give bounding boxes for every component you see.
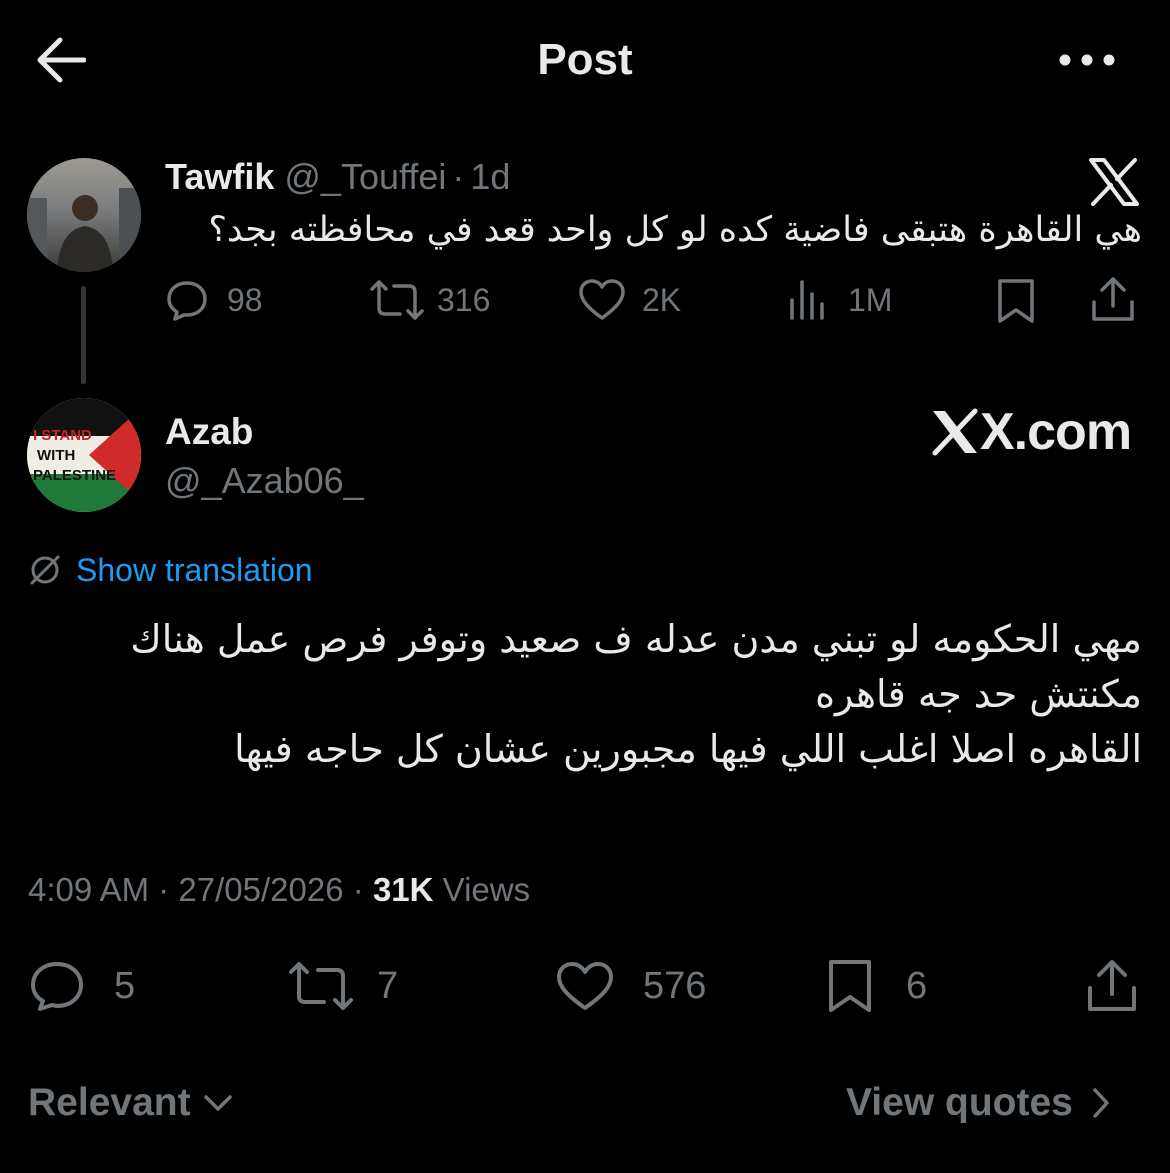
- separator-dot: ·: [352, 871, 364, 908]
- like-count: 576: [643, 964, 707, 1007]
- separator-dot: ·: [452, 156, 465, 197]
- repost-icon: [369, 278, 425, 322]
- avatar-text: I STAND: [33, 427, 92, 444]
- page-title: Post: [537, 35, 633, 84]
- repost-button[interactable]: 316: [369, 278, 490, 322]
- author-name[interactable]: Azab: [165, 410, 253, 454]
- reply-count: 98: [227, 281, 263, 318]
- avatar[interactable]: I STAND WITH PALESTINE: [27, 398, 141, 512]
- like-button[interactable]: 2K: [578, 278, 681, 322]
- bookmark-icon: [826, 959, 874, 1013]
- post-text-line: مهي الحكومه لو تبني مدن عدله ف صعيد وتوف…: [130, 617, 1142, 661]
- bookmark-count: 6: [906, 964, 928, 1007]
- x-logo-icon: [1088, 158, 1140, 206]
- time[interactable]: 4:09 AM: [28, 871, 149, 908]
- views-count: 31K: [372, 871, 434, 908]
- view-quotes-label: View quotes: [846, 1081, 1073, 1124]
- share-icon[interactable]: [1089, 276, 1137, 324]
- translate-link[interactable]: Show translation: [28, 550, 313, 590]
- post-text: مهي الحكومه لو تبني مدن عدله ف صعيد وتوف…: [40, 612, 1142, 777]
- date[interactable]: 27/05/2026: [178, 871, 343, 908]
- more-options-icon[interactable]: [1058, 50, 1116, 70]
- avatar-text: PALESTINE: [33, 467, 116, 484]
- analytics-icon: [788, 278, 830, 322]
- heart-icon: [578, 278, 626, 322]
- avatar[interactable]: [27, 158, 141, 272]
- back-arrow-icon[interactable]: [34, 36, 86, 84]
- like-button[interactable]: 576: [555, 960, 706, 1012]
- author-handle[interactable]: @_Azab06_: [165, 459, 364, 503]
- show-translation-label[interactable]: Show translation: [76, 550, 313, 590]
- watermark-text: X.com: [980, 403, 1132, 461]
- repost-count: 7: [377, 964, 399, 1007]
- author-handle[interactable]: @_Touffei: [284, 156, 446, 197]
- author-name[interactable]: Tawfik: [165, 156, 274, 197]
- reply-count: 5: [114, 964, 136, 1007]
- chevron-down-icon: [203, 1093, 233, 1113]
- bookmark-icon[interactable]: [996, 278, 1036, 324]
- like-count: 2K: [642, 281, 682, 318]
- views-label: Views: [442, 871, 531, 908]
- reply-icon: [165, 278, 209, 322]
- chevron-right-icon: [1091, 1087, 1111, 1119]
- reply-button[interactable]: 5: [28, 960, 135, 1012]
- sort-dropdown[interactable]: Relevant: [28, 1080, 233, 1126]
- bookmark-button[interactable]: 6: [826, 960, 927, 1012]
- repost-count: 316: [437, 281, 491, 318]
- post-text-line: مكنتش حد جه قاهره: [815, 672, 1142, 716]
- sort-label: Relevant: [28, 1081, 191, 1124]
- post-time[interactable]: 1d: [470, 156, 510, 197]
- thread-line: [81, 286, 86, 384]
- reply-icon: [28, 960, 86, 1012]
- post-header: Tawfik @_Touffei · 1d: [165, 155, 510, 199]
- watermark: X.com: [930, 404, 1170, 460]
- view-quotes-link[interactable]: View quotes: [846, 1080, 1111, 1126]
- share-icon[interactable]: [1084, 958, 1140, 1014]
- repost-button[interactable]: 7: [287, 960, 398, 1012]
- avatar-text: WITH: [37, 447, 75, 464]
- translate-disabled-icon: [28, 553, 62, 587]
- post-text-line: القاهره اصلا اغلب اللي فيها مجبورين عشان…: [234, 727, 1142, 771]
- views-button[interactable]: 1M: [788, 278, 892, 322]
- views-count: 1M: [848, 281, 893, 318]
- reply-button[interactable]: 98: [165, 278, 263, 322]
- post-text: هي القاهرة هتبقى فاضية كده لو كل واحد قع…: [208, 210, 1142, 250]
- heart-icon: [555, 960, 615, 1012]
- post-timestamp: 4:09 AM · 27/05/2026 · 31K Views: [28, 868, 530, 912]
- separator-dot: ·: [158, 871, 170, 908]
- repost-icon: [287, 960, 355, 1012]
